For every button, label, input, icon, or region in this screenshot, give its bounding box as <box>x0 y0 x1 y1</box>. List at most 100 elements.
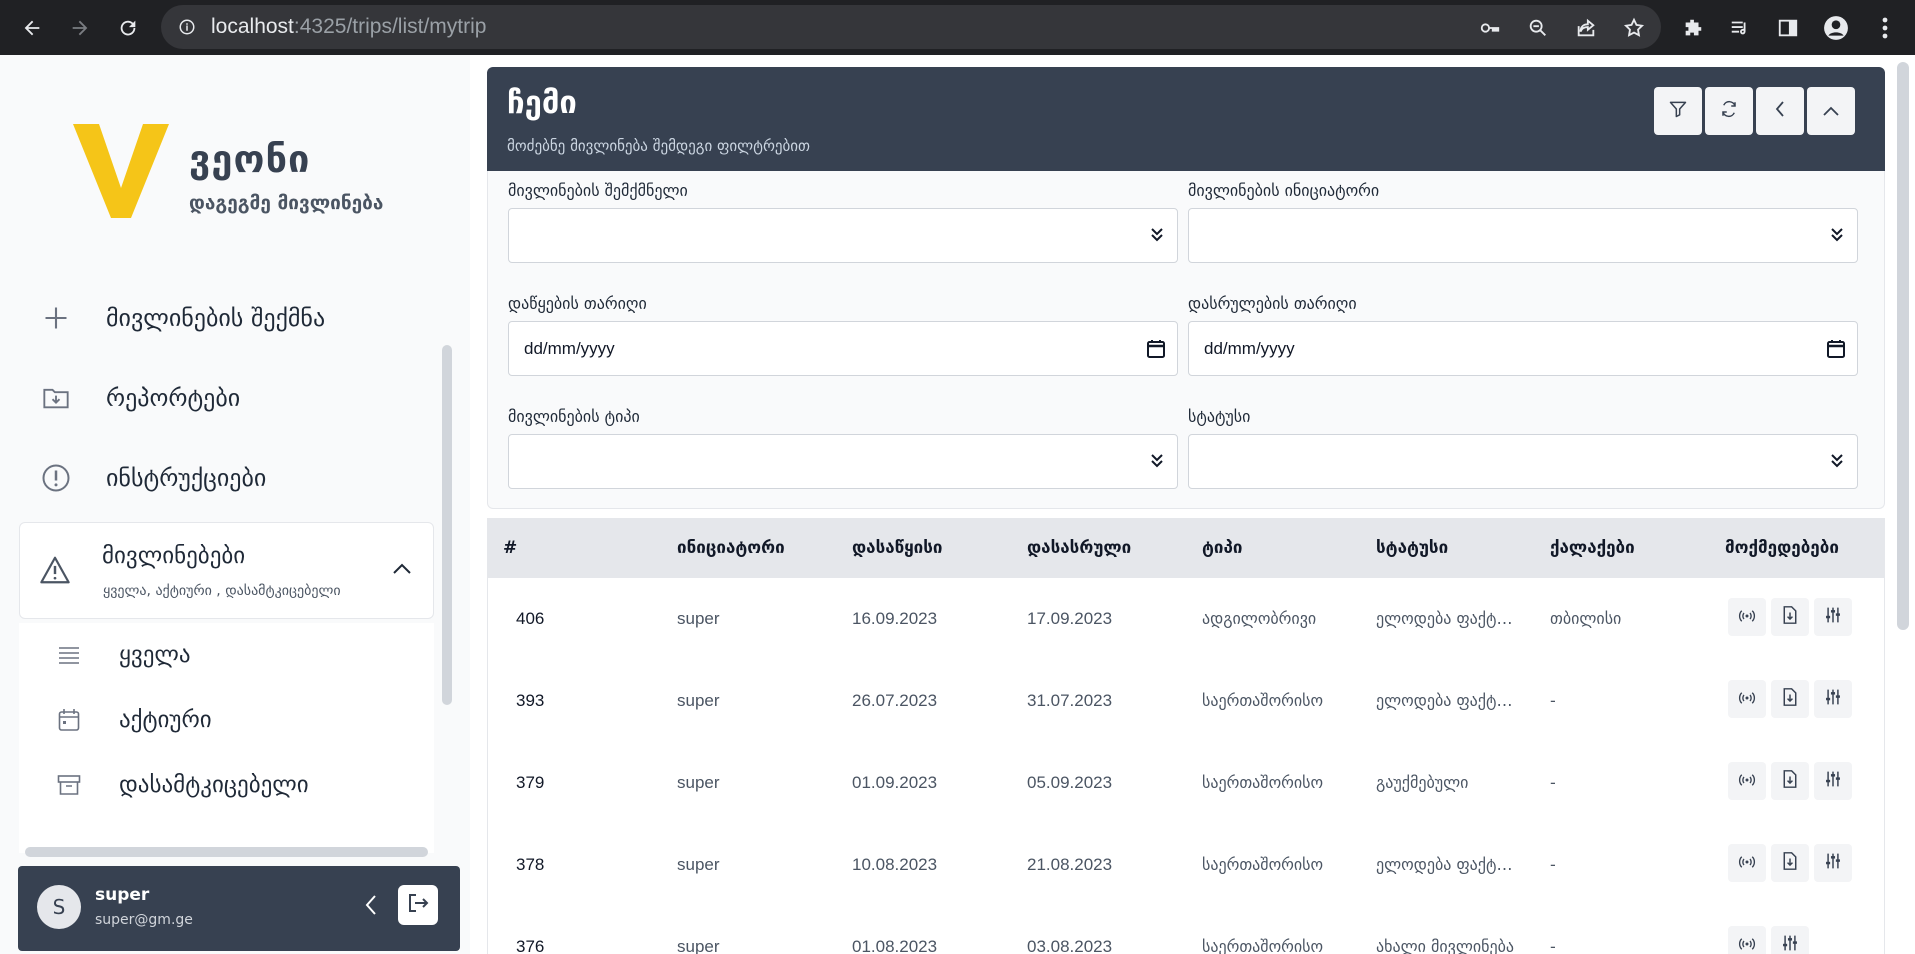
broadcast-button[interactable] <box>1728 844 1766 882</box>
table-cell-cities: - <box>1550 937 1556 954</box>
browser-toolbar: localhost:4325/trips/list/mytrip <box>0 0 1915 55</box>
file-download-button[interactable] <box>1771 598 1809 636</box>
column-header[interactable]: ქალაქები <box>1550 538 1635 558</box>
user-card: S super super@gm.ge <box>18 866 460 951</box>
table-cell-start: 01.08.2023 <box>852 937 938 954</box>
sidebar-subitem-pending[interactable]: დასამტკიცებელი <box>19 757 434 813</box>
sidebar-item-create-trip[interactable]: მივლინების შექმნა <box>20 287 430 349</box>
logout-button[interactable] <box>398 885 438 925</box>
table-cell-end: 05.09.2023 <box>1027 773 1113 792</box>
profile-icon[interactable] <box>1818 10 1854 46</box>
broadcast-icon <box>1738 608 1756 627</box>
sidepanel-icon[interactable] <box>1770 10 1806 46</box>
sliders-icon <box>1781 934 1799 954</box>
sliders-button[interactable] <box>1814 680 1852 718</box>
sidebar-group-trips[interactable]: მივლინებები ყველა, აქტიური , დასამტკიცებ… <box>19 522 434 619</box>
site-info-icon[interactable] <box>177 17 197 37</box>
extensions-icon[interactable] <box>1675 10 1711 46</box>
forward-arrow-icon[interactable] <box>62 10 98 46</box>
creator-select[interactable] <box>508 208 1178 263</box>
page-scrollbar[interactable] <box>1897 62 1909 630</box>
sidebar-item-label: ინსტრუქციები <box>106 464 267 492</box>
table-cell-cities: - <box>1550 773 1556 792</box>
column-header[interactable]: ტიპი <box>1202 538 1242 558</box>
status-select[interactable] <box>1188 434 1858 489</box>
back-arrow-icon[interactable] <box>14 10 50 46</box>
filter-button[interactable] <box>1654 87 1702 135</box>
sidebar-subitem-all[interactable]: ყველა <box>19 627 434 683</box>
table-cell-end: 03.08.2023 <box>1027 937 1113 954</box>
double-chevron-down-icon <box>1829 451 1845 475</box>
sidebar-horizontal-scrollbar[interactable] <box>25 847 428 857</box>
end-date-input[interactable]: dd/mm/yyyy <box>1188 321 1858 376</box>
chevron-up-icon[interactable] <box>392 561 412 580</box>
broadcast-button[interactable] <box>1728 680 1766 718</box>
initiator-select[interactable] <box>1188 208 1858 263</box>
collapse-filters-button[interactable] <box>1807 87 1855 135</box>
table-row[interactable]: 378 super 10.08.2023 21.08.2023 საერთაშორისო… <box>488 824 1884 906</box>
broadcast-icon <box>1738 772 1756 791</box>
table-cell-cities: - <box>1550 855 1556 874</box>
table-row[interactable]: 393 super 26.07.2023 31.07.2023 საერთაშორისო… <box>488 660 1884 742</box>
table-cell-type: საერთაშორისო <box>1202 691 1324 710</box>
file-download-button[interactable] <box>1771 762 1809 800</box>
start-date-value: dd/mm/yyyy <box>524 338 615 358</box>
star-icon[interactable] <box>1616 10 1652 46</box>
address-bar[interactable]: localhost:4325/trips/list/mytrip <box>161 5 1661 49</box>
column-header[interactable]: ინიციატორი <box>677 538 785 558</box>
sidebar-subitem-active[interactable]: აქტიური <box>19 692 434 748</box>
start-date-input[interactable]: dd/mm/yyyy <box>508 321 1178 376</box>
refresh-button[interactable] <box>1705 87 1753 135</box>
table-row[interactable]: 406 super 16.09.2023 17.09.2023 ადგილობრივი ე… <box>488 578 1884 660</box>
kebab-menu-icon[interactable] <box>1867 10 1903 46</box>
trip-type-select[interactable] <box>508 434 1178 489</box>
file-download-button[interactable] <box>1771 680 1809 718</box>
broadcast-icon <box>1738 854 1756 873</box>
file-download-button[interactable] <box>1771 844 1809 882</box>
broadcast-button[interactable] <box>1728 926 1766 954</box>
column-header[interactable]: # <box>503 538 517 558</box>
calendar-icon[interactable] <box>1827 339 1845 362</box>
calendar-icon[interactable] <box>1147 339 1165 362</box>
table-row[interactable]: 379 super 01.09.2023 05.09.2023 საერთაშორისო… <box>488 742 1884 824</box>
column-header[interactable]: სტატუსი <box>1376 538 1448 558</box>
table-cell-status: ახალი მივლინება <box>1376 937 1515 954</box>
column-header[interactable]: დასაწყისი <box>852 538 942 558</box>
sidebar-item-reports[interactable]: რეპორტები <box>20 367 430 429</box>
sliders-button[interactable] <box>1814 844 1852 882</box>
table-cell-cities: თბილისი <box>1550 609 1622 628</box>
sliders-icon <box>1824 770 1842 792</box>
sidebar-item-label: რეპორტები <box>106 384 241 412</box>
sliders-button[interactable] <box>1814 598 1852 636</box>
sliders-button[interactable] <box>1771 926 1809 954</box>
broadcast-button[interactable] <box>1728 762 1766 800</box>
table-cell-initiator: super <box>677 855 720 874</box>
sidebar-group-sublabel: ყველა, აქტიური , დასამტკიცებელი <box>103 583 341 599</box>
sidebar-subitem-label: აქტიური <box>119 707 212 733</box>
trip-type-label: მივლინების ტიპი <box>508 407 640 426</box>
table-row[interactable]: 376 super 01.08.2023 03.08.2023 საერთაშორისო… <box>488 906 1884 954</box>
reload-icon[interactable] <box>110 10 146 46</box>
column-header[interactable]: დასასრული <box>1027 538 1131 558</box>
share-icon[interactable] <box>1568 10 1604 46</box>
sidebar-item-instructions[interactable]: ინსტრუქციები <box>20 447 430 509</box>
chevron-left-icon[interactable] <box>364 894 378 920</box>
user-name: super <box>95 885 150 905</box>
sidebar-group-label: მივლინებები <box>102 543 246 569</box>
back-button[interactable] <box>1756 87 1804 135</box>
media-icon[interactable] <box>1722 10 1758 46</box>
end-date-value: dd/mm/yyyy <box>1204 338 1295 358</box>
table-cell-status: ელოდება ფაქტობრივ <box>1376 855 1521 874</box>
key-icon[interactable] <box>1472 10 1508 46</box>
refresh-icon <box>1720 100 1738 122</box>
broadcast-icon <box>1738 690 1756 709</box>
table-cell-initiator: super <box>677 937 720 954</box>
sidebar-scrollbar[interactable] <box>442 345 452 705</box>
sliders-button[interactable] <box>1814 762 1852 800</box>
broadcast-button[interactable] <box>1728 598 1766 636</box>
zoom-icon[interactable] <box>1520 10 1556 46</box>
alert-circle-icon <box>20 463 92 493</box>
file-download-icon <box>1782 688 1798 710</box>
column-header[interactable]: მოქმედებები <box>1725 538 1839 558</box>
table-cell-type: ადგილობრივი <box>1202 609 1317 628</box>
